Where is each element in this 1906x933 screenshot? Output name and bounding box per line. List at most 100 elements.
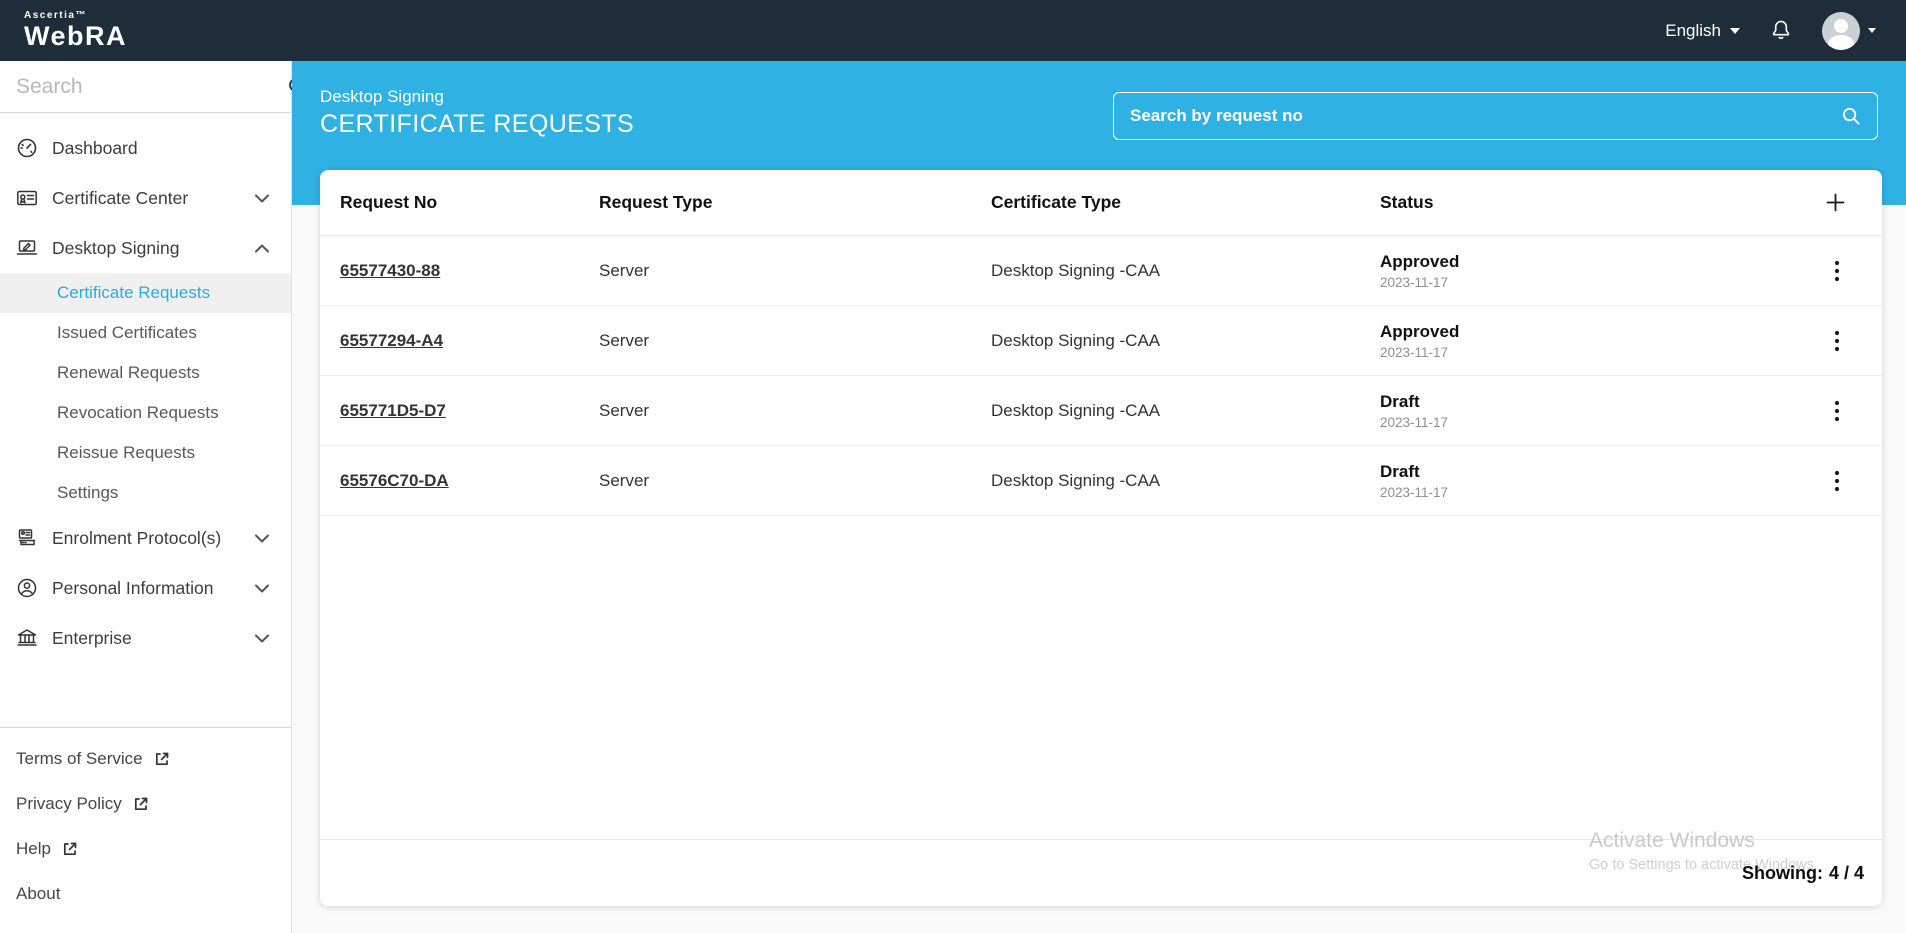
column-header-certificate-type: Certificate Type xyxy=(991,192,1121,212)
kebab-icon xyxy=(1834,470,1840,491)
desktop-signing-icon xyxy=(16,237,39,259)
sidebar-item-enterprise[interactable]: Enterprise xyxy=(0,613,291,663)
external-link-icon xyxy=(133,796,149,812)
certificate-type-cell: Desktop Signing -CAA xyxy=(991,400,1161,420)
sidebar-item-personal-information[interactable]: Personal Information xyxy=(0,563,291,613)
language-label: English xyxy=(1665,20,1721,40)
submenu-item-certificate-requests[interactable]: Certificate Requests xyxy=(0,273,291,313)
submenu-item-settings[interactable]: Settings xyxy=(0,473,291,513)
column-header-request-type: Request Type xyxy=(599,192,713,212)
avatar-head xyxy=(1834,18,1848,33)
certificate-type-cell: Desktop Signing -CAA xyxy=(991,330,1161,350)
request-type-cell: Server xyxy=(599,470,650,490)
add-request-button[interactable] xyxy=(1822,190,1848,216)
page-titles: Desktop Signing CERTIFICATE REQUESTS xyxy=(320,87,634,139)
notifications-button[interactable] xyxy=(1768,18,1794,44)
sidebar-item-desktop-signing[interactable]: Desktop Signing xyxy=(0,223,291,273)
language-selector[interactable]: English xyxy=(1665,21,1740,41)
sidebar-footer: Terms of Service Privacy Policy Help Abo… xyxy=(0,728,291,916)
brand-ascertia: Ascertia™ xyxy=(24,10,87,21)
status-date: 2023-11-17 xyxy=(1380,414,1449,430)
terms-of-service-link[interactable]: Terms of Service xyxy=(0,736,291,781)
sidebar-item-dashboard[interactable]: Dashboard xyxy=(0,123,291,173)
submenu-item-label: Settings xyxy=(57,483,119,502)
dashboard-icon xyxy=(16,137,39,159)
sidebar-item-label: Desktop Signing xyxy=(52,237,180,258)
status-cell: Approved 2023-11-17 xyxy=(1380,322,1813,360)
app-body: Dashboard Certificate Center xyxy=(0,61,1906,933)
footer-link-label: About xyxy=(16,883,61,903)
bell-icon xyxy=(1772,20,1790,39)
sidebar-item-label: Dashboard xyxy=(52,137,138,158)
main-content: Desktop Signing CERTIFICATE REQUESTS Req… xyxy=(292,61,1906,933)
request-type-cell: Server xyxy=(599,330,650,350)
chevron-down-icon xyxy=(1868,28,1876,33)
brand-logo: Ascertia™ WebRA xyxy=(24,11,127,50)
submenu-item-label: Revocation Requests xyxy=(57,403,219,422)
status-date: 2023-11-17 xyxy=(1380,274,1449,290)
plus-icon xyxy=(1826,193,1844,212)
sidebar: Dashboard Certificate Center xyxy=(0,61,307,933)
search-icon[interactable] xyxy=(1841,106,1861,126)
status-value: Draft xyxy=(1380,391,1420,411)
row-menu-button[interactable] xyxy=(1830,256,1844,286)
submenu-item-revocation-requests[interactable]: Revocation Requests xyxy=(0,393,291,433)
sidebar-item-label: Enrolment Protocol(s) xyxy=(52,527,222,548)
showing-label: Showing: xyxy=(1741,862,1823,883)
sidebar-item-enrolment-protocols[interactable]: Enrolment Protocol(s) xyxy=(0,513,291,563)
table-row: 65577430-88 Server Desktop Signing -CAA … xyxy=(320,236,1882,306)
table-row: 65577294-A4 Server Desktop Signing -CAA … xyxy=(320,306,1882,376)
kebab-icon xyxy=(1834,400,1840,421)
kebab-icon xyxy=(1834,260,1840,281)
help-link[interactable]: Help xyxy=(0,826,291,871)
sidebar-search-input[interactable] xyxy=(16,74,287,99)
column-header-request-no: Request No xyxy=(340,192,438,212)
submenu-item-issued-certificates[interactable]: Issued Certificates xyxy=(0,313,291,353)
webra-app: Ascertia™ WebRA English Search Dashboard… xyxy=(0,0,1906,933)
personal-information-icon xyxy=(16,577,39,599)
external-link-icon xyxy=(154,751,170,767)
column-header-status: Status xyxy=(1380,192,1434,212)
status-value: Draft xyxy=(1380,461,1420,481)
enrolment-protocol-icon xyxy=(16,527,39,549)
request-search-box xyxy=(1113,92,1878,140)
avatar-body xyxy=(1828,34,1854,50)
desktop-signing-submenu: Certificate Requests Issued Certificates… xyxy=(0,273,291,513)
chevron-up-icon xyxy=(255,244,269,253)
certificate-type-cell: Desktop Signing -CAA xyxy=(991,470,1161,490)
certificate-icon xyxy=(16,187,39,209)
footer-link-label: Privacy Policy xyxy=(16,793,122,813)
brand-webra: WebRA xyxy=(24,21,128,51)
submenu-item-label: Reissue Requests xyxy=(57,443,195,462)
kebab-icon xyxy=(1834,330,1840,351)
footer-link-label: Terms of Service xyxy=(16,748,143,768)
status-cell: Draft 2023-11-17 xyxy=(1380,392,1813,430)
submenu-item-reissue-requests[interactable]: Reissue Requests xyxy=(0,433,291,473)
status-date: 2023-11-17 xyxy=(1380,484,1449,500)
chevron-down-icon xyxy=(255,534,269,543)
row-menu-button[interactable] xyxy=(1830,466,1844,496)
request-no-link[interactable]: 65576C70-DA xyxy=(340,471,449,490)
request-no-link[interactable]: 655771D5-D7 xyxy=(340,401,446,420)
table-header-row: Request No Request Type Certificate Type… xyxy=(320,170,1882,236)
request-search-input[interactable] xyxy=(1130,106,1841,126)
avatar xyxy=(1822,11,1860,50)
request-no-link[interactable]: 65577430-88 xyxy=(340,261,440,280)
request-no-link[interactable]: 65577294-A4 xyxy=(340,331,443,350)
sidebar-item-certificate-center[interactable]: Certificate Center xyxy=(0,173,291,223)
privacy-policy-link[interactable]: Privacy Policy xyxy=(0,781,291,826)
user-menu[interactable] xyxy=(1822,11,1876,50)
row-menu-button[interactable] xyxy=(1830,326,1844,356)
table-row: 655771D5-D7 Server Desktop Signing -CAA … xyxy=(320,376,1882,446)
status-value: Approved xyxy=(1380,251,1460,271)
status-cell: Draft 2023-11-17 xyxy=(1380,462,1813,500)
chevron-down-icon xyxy=(255,584,269,593)
requests-table-card: Request No Request Type Certificate Type… xyxy=(320,170,1882,906)
about-link[interactable]: About xyxy=(0,871,291,916)
table-empty-area xyxy=(320,516,1882,839)
certificate-type-cell: Desktop Signing -CAA xyxy=(991,260,1161,280)
request-type-cell: Server xyxy=(599,400,650,420)
submenu-item-renewal-requests[interactable]: Renewal Requests xyxy=(0,353,291,393)
footer-link-label: Help xyxy=(16,838,51,858)
row-menu-button[interactable] xyxy=(1830,396,1844,426)
